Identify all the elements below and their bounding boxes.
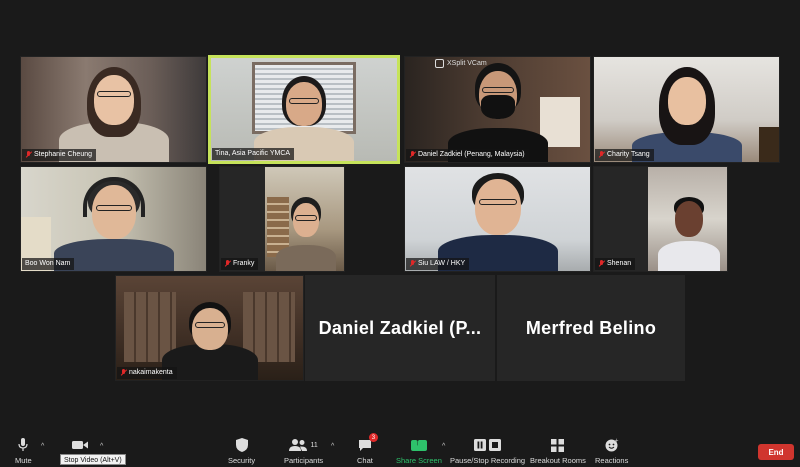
participant-display-name: Daniel Zadkiel (P... — [318, 317, 482, 338]
muted-mic-icon — [409, 260, 415, 268]
video-feed — [648, 167, 727, 271]
participant-name-tag: Stephanie Cheung — [22, 149, 96, 161]
svg-text:+: + — [614, 438, 618, 444]
video-feed — [265, 167, 344, 271]
muted-mic-icon — [224, 260, 230, 268]
chat-button[interactable]: 3 Chat — [357, 433, 378, 465]
video-feed — [405, 167, 590, 271]
video-tile-siu-law[interactable]: Siu LAW / HKY — [404, 166, 591, 272]
chat-bubble-icon: 3 — [358, 433, 378, 453]
video-tile-boo-won-nam[interactable]: Boo Won Nam — [20, 166, 207, 272]
mute-options-chevron-icon[interactable]: ^ — [41, 443, 44, 450]
mute-button[interactable]: Mute — [15, 437, 32, 465]
xsplit-logo-icon — [435, 59, 444, 68]
participants-options-chevron-icon[interactable]: ^ — [331, 443, 334, 450]
video-feed — [594, 57, 779, 162]
participant-name: Tina, Asia Pacific YMCA — [215, 150, 291, 157]
participant-name: Stephanie Cheung — [34, 151, 92, 158]
muted-mic-icon — [598, 260, 604, 268]
video-tile-franky[interactable]: Franky — [219, 166, 345, 272]
end-meeting-button[interactable]: End — [758, 444, 794, 460]
stop-video-tooltip: Stop Video (Alt+V) — [60, 454, 126, 465]
smiley-plus-icon: + — [605, 437, 619, 453]
participants-icon: 11 — [289, 437, 318, 453]
stop-video-button[interactable] — [72, 437, 88, 453]
share-screen-icon — [410, 437, 427, 451]
participants-button[interactable]: 11 Participants — [284, 437, 323, 465]
video-feed — [21, 57, 206, 162]
participant-name-tag: Charity Tsang — [595, 149, 654, 161]
share-screen-button[interactable]: Share Screen — [396, 437, 442, 466]
breakout-rooms-icon — [551, 437, 565, 453]
video-feed — [21, 167, 206, 271]
participant-name: Siu LAW / HKY — [418, 260, 466, 267]
video-off-tile-daniel[interactable]: Daniel Zadkiel (P... — [305, 275, 495, 381]
video-tile-charity[interactable]: Charity Tsang — [593, 56, 780, 163]
video-feed — [211, 58, 397, 161]
chat-unread-badge: 3 — [368, 433, 378, 442]
video-tile-tina[interactable]: Tina, Asia Pacific YMCA — [208, 55, 400, 164]
video-tile-stephanie[interactable]: Stephanie Cheung — [20, 56, 207, 163]
pause-stop-recording-button[interactable]: Pause/Stop Recording — [450, 437, 525, 465]
participant-display-name: Merfred Belino — [525, 317, 657, 338]
participant-name: nakaimakenta — [129, 369, 173, 376]
security-button[interactable]: Security — [228, 437, 255, 465]
video-tile-nakaimakenta[interactable]: nakaimakenta — [115, 275, 304, 381]
breakout-rooms-button[interactable]: Breakout Rooms — [530, 437, 586, 465]
video-options-chevron-icon[interactable]: ^ — [100, 443, 103, 450]
muted-mic-icon — [598, 151, 604, 159]
participant-name: Charity Tsang — [607, 151, 650, 158]
video-feed — [405, 57, 590, 162]
participant-name-tag: Boo Won Nam — [22, 258, 75, 270]
video-gallery: Stephanie Cheung Tina, Asia Pacific YMCA… — [0, 0, 800, 435]
pause-icon — [473, 439, 501, 451]
video-off-tile-merfred[interactable]: Merfred Belino — [497, 275, 685, 381]
xsplit-watermark: XSplit VCam — [435, 59, 487, 68]
participant-name: Franky — [233, 260, 255, 267]
muted-mic-icon — [120, 369, 126, 377]
video-feed — [116, 276, 303, 380]
reactions-button[interactable]: + Reactions — [595, 437, 628, 465]
shield-icon — [235, 437, 248, 453]
participant-name: Daniel Zadkiel (Penang, Malaysia) — [418, 151, 525, 158]
participant-name-tag: nakaimakenta — [117, 367, 177, 379]
participant-name-tag: Franky — [221, 258, 259, 270]
participant-name-tag: Shenan — [595, 258, 636, 270]
muted-mic-icon — [409, 151, 415, 159]
video-tile-shenan[interactable]: Shenan — [593, 166, 728, 272]
participant-name: Shenan — [607, 260, 632, 267]
participant-name-tag: Siu LAW / HKY — [406, 258, 470, 270]
participant-name-tag: Tina, Asia Pacific YMCA — [212, 148, 295, 160]
microphone-icon — [18, 437, 28, 453]
participant-name-tag: Daniel Zadkiel (Penang, Malaysia) — [406, 149, 529, 161]
participant-name: Boo Won Nam — [25, 260, 71, 267]
video-tile-daniel[interactable]: XSplit VCam Daniel Zadkiel (Penang, Mala… — [404, 56, 591, 163]
participants-count: 11 — [310, 441, 318, 449]
share-options-chevron-icon[interactable]: ^ — [442, 443, 445, 450]
muted-mic-icon — [25, 151, 31, 159]
video-camera-icon — [72, 437, 88, 453]
